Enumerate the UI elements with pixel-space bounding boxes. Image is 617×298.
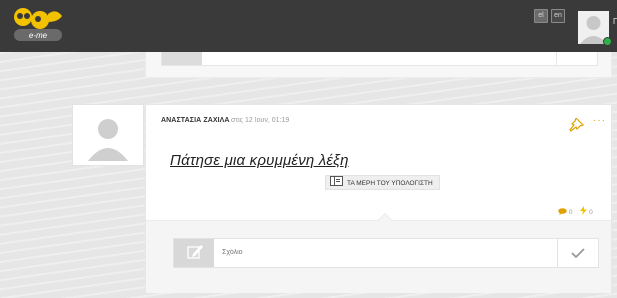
- previous-comment-box: [161, 52, 598, 66]
- language-el-button[interactable]: el: [534, 9, 548, 23]
- likes-count: 0: [589, 209, 593, 216]
- previous-post-card: [145, 52, 612, 78]
- post-title-link[interactable]: Πάτησε μια κρυμμένη λέξη: [170, 152, 349, 169]
- user-name[interactable]: Γ: [613, 16, 617, 28]
- post-stats: 0 0: [558, 206, 593, 217]
- comments-count: 0: [568, 209, 573, 216]
- online-status-icon: [603, 37, 612, 46]
- previous-edit-button[interactable]: [162, 52, 202, 65]
- pin-icon[interactable]: [568, 116, 585, 132]
- comment-form: [173, 238, 599, 268]
- category-tag[interactable]: ΤΑ ΜΕΡΗ ΤΟΥ ΥΠΟΛΟΓΙΣΤΗ: [325, 175, 440, 190]
- submit-comment-button[interactable]: [557, 239, 598, 267]
- comments-icon[interactable]: [558, 208, 567, 217]
- divider: [556, 52, 557, 65]
- post-card: ΑΝΑΣΤΑΣΙΑ ΖΑΧΙΛΑ στις 12 Ιουν, 01:19 ···…: [145, 104, 612, 293]
- more-options-icon[interactable]: ···: [593, 116, 606, 126]
- author-avatar[interactable]: [72, 104, 144, 166]
- e-me-logo[interactable]: e-me: [10, 6, 66, 46]
- post-author[interactable]: ΑΝΑΣΤΑΣΙΑ ΖΑΧΙΛΑ: [161, 117, 230, 124]
- language-en-button[interactable]: en: [551, 9, 565, 23]
- category-label: ΤΑ ΜΕΡΗ ΤΟΥ ΥΠΟΛΟΓΙΣΤΗ: [347, 180, 433, 187]
- post-timestamp: στις 12 Ιουν, 01:19: [231, 117, 290, 124]
- comment-input[interactable]: [222, 239, 542, 267]
- edit-comment-button[interactable]: [174, 239, 214, 267]
- category-icon: [330, 176, 343, 186]
- top-navigation-bar: e-me el en Γ: [0, 0, 617, 52]
- svg-text:e-me: e-me: [29, 31, 48, 40]
- like-bolt-icon[interactable]: [574, 206, 588, 217]
